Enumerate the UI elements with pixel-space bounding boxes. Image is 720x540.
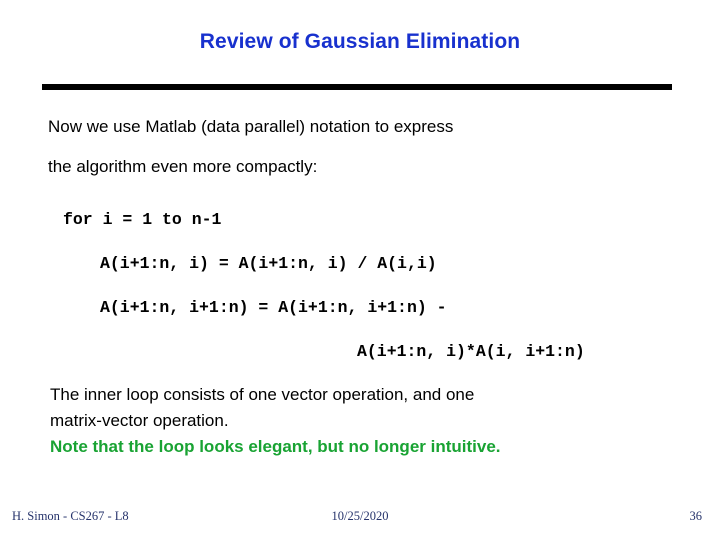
- closing-line-1: The inner loop consists of one vector op…: [50, 385, 475, 404]
- footer-page-number: 36: [689, 509, 703, 523]
- title-divider-rule: [42, 84, 672, 90]
- closing-line-2: matrix-vector operation.: [50, 411, 229, 430]
- code-line-update-submatrix: A(i+1:n, i+1:n) = A(i+1:n, i+1:n) -: [100, 298, 447, 317]
- slide-footer: H. Simon - CS267 - L8 10/25/2020 36: [0, 509, 720, 529]
- code-block: for i = 1 to n-1 A(i+1:n, i) = A(i+1:n, …: [0, 198, 720, 374]
- intro-line-2: the algorithm even more compactly:: [48, 157, 318, 176]
- intro-paragraph: Now we use Matlab (data parallel) notati…: [48, 107, 698, 187]
- code-line-for: for i = 1 to n-1: [63, 210, 222, 229]
- slide-canvas: Review of Gaussian Elimination Now we us…: [0, 0, 720, 540]
- closing-paragraph: The inner loop consists of one vector op…: [50, 382, 710, 460]
- code-line-outer-product: A(i+1:n, i)*A(i, i+1:n): [357, 342, 585, 361]
- code-line-scale-column: A(i+1:n, i) = A(i+1:n, i) / A(i,i): [100, 254, 437, 273]
- intro-line-1: Now we use Matlab (data parallel) notati…: [48, 117, 454, 136]
- page-title: Review of Gaussian Elimination: [199, 30, 521, 53]
- footer-date: 10/25/2020: [331, 509, 389, 523]
- closing-note-highlight: Note that the loop looks elegant, but no…: [50, 437, 501, 456]
